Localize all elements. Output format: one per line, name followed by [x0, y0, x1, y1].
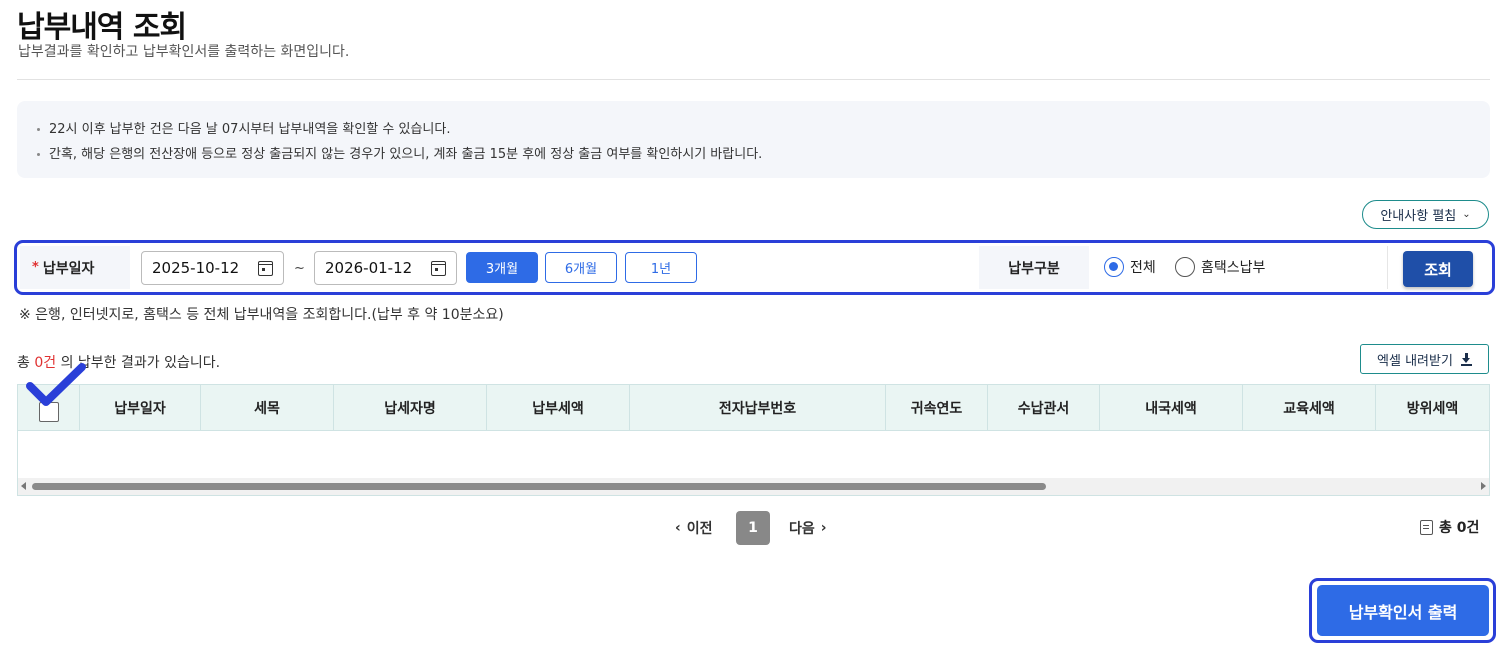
radio-all-label: 전체: [1130, 260, 1156, 276]
calendar-icon[interactable]: [431, 260, 446, 276]
divider: [1387, 246, 1388, 289]
radio-hometax-label: 홈택스납부: [1201, 260, 1266, 276]
pager-next-button[interactable]: 다음 ›: [789, 511, 827, 545]
print-certificate-button[interactable]: 납부확인서 출력: [1317, 585, 1489, 636]
column-header[interactable]: 세목: [201, 385, 334, 431]
chevron-down-icon: ⌄: [1462, 209, 1471, 220]
column-header[interactable]: 납세자명: [334, 385, 487, 431]
column-header[interactable]: 납부일자: [80, 385, 201, 431]
chevron-left-icon: ‹: [675, 520, 681, 536]
notice-line: 간혹, 해당 은행의 전산장애 등으로 정상 출금되지 않는 경우가 있으니, …: [35, 142, 1490, 167]
calendar-icon[interactable]: [258, 260, 273, 276]
scroll-right-icon[interactable]: [1481, 482, 1486, 490]
column-header[interactable]: 납부세액: [487, 385, 630, 431]
radio-type-hometax[interactable]: 홈택스납부: [1175, 257, 1265, 277]
date-label-cell: * 납부일자: [20, 246, 130, 289]
total-count: 총 0건: [1420, 517, 1479, 537]
notice-line: 22시 이후 납부한 건은 다음 날 07시부터 납부내역을 확인할 수 있습니…: [35, 117, 1490, 142]
table-body: [18, 431, 1489, 478]
search-panel: * 납부일자 2025-10-12 ~ 2026-01-12 3개월 6개월 1…: [14, 240, 1495, 295]
radio-selected-icon[interactable]: [1104, 257, 1124, 277]
period-6m-button[interactable]: 6개월: [545, 252, 617, 283]
notice-expand-label: 안내사항 펼침: [1380, 209, 1457, 224]
title-divider: [17, 79, 1490, 80]
scroll-left-icon[interactable]: [21, 482, 26, 490]
notice-box: 22시 이후 납부한 건은 다음 날 07시부터 납부내역을 확인할 수 있습니…: [17, 101, 1490, 178]
column-header[interactable]: 방위세액: [1376, 385, 1489, 431]
date-range-separator: ~: [294, 261, 305, 276]
pager-current-page[interactable]: 1: [736, 511, 770, 545]
radio-unselected-icon[interactable]: [1175, 257, 1195, 277]
required-mark: *: [32, 260, 39, 275]
scrollbar-thumb[interactable]: [32, 483, 1046, 490]
checkmark-icon: [26, 363, 86, 406]
search-button[interactable]: 조회: [1403, 251, 1473, 287]
period-3m-button[interactable]: 3개월: [466, 252, 538, 283]
excel-download-button[interactable]: 엑셀 내려받기: [1360, 344, 1489, 374]
search-note: ※ 은행, 인터넷지로, 홈택스 등 전체 납부내역을 조회합니다.(납부 후 …: [19, 307, 504, 323]
total-count-label: 총 0건: [1439, 520, 1480, 536]
date-from-value: 2025-10-12: [152, 259, 240, 277]
payment-type-label: 납부구분: [979, 246, 1089, 289]
download-icon: [1460, 352, 1472, 366]
notice-expand-button[interactable]: 안내사항 펼침 ⌄: [1362, 200, 1489, 229]
period-1y-button[interactable]: 1년: [625, 252, 697, 283]
column-header[interactable]: 교육세액: [1243, 385, 1376, 431]
pager-next-label: 다음: [789, 521, 815, 537]
column-header[interactable]: 귀속연도: [886, 385, 988, 431]
table-header: 납부일자 세목 납세자명 납부세액 전자납부번호 귀속연도 수납관서 내국세액 …: [18, 385, 1489, 431]
document-icon: [1420, 519, 1433, 535]
column-header[interactable]: 내국세액: [1100, 385, 1243, 431]
radio-type-all[interactable]: 전체: [1104, 257, 1156, 277]
date-from-input[interactable]: 2025-10-12: [141, 251, 284, 285]
column-header[interactable]: 수납관서: [988, 385, 1100, 431]
page-title: 납부내역 조회: [17, 10, 187, 45]
pager-prev-label: 이전: [686, 521, 713, 537]
date-to-input[interactable]: 2026-01-12: [314, 251, 457, 285]
page-description: 납부결과를 확인하고 납부확인서를 출력하는 화면입니다.: [18, 44, 350, 60]
date-label: 납부일자: [42, 260, 95, 277]
results-table: 납부일자 세목 납세자명 납부세액 전자납부번호 귀속연도 수납관서 내국세액 …: [17, 384, 1490, 496]
column-header[interactable]: 전자납부번호: [630, 385, 886, 431]
horizontal-scrollbar[interactable]: [18, 478, 1489, 495]
pager-prev-button[interactable]: ‹ 이전: [675, 511, 713, 545]
chevron-right-icon: ›: [820, 520, 827, 536]
excel-download-label: 엑셀 내려받기: [1377, 353, 1453, 369]
date-to-value: 2026-01-12: [325, 259, 413, 277]
